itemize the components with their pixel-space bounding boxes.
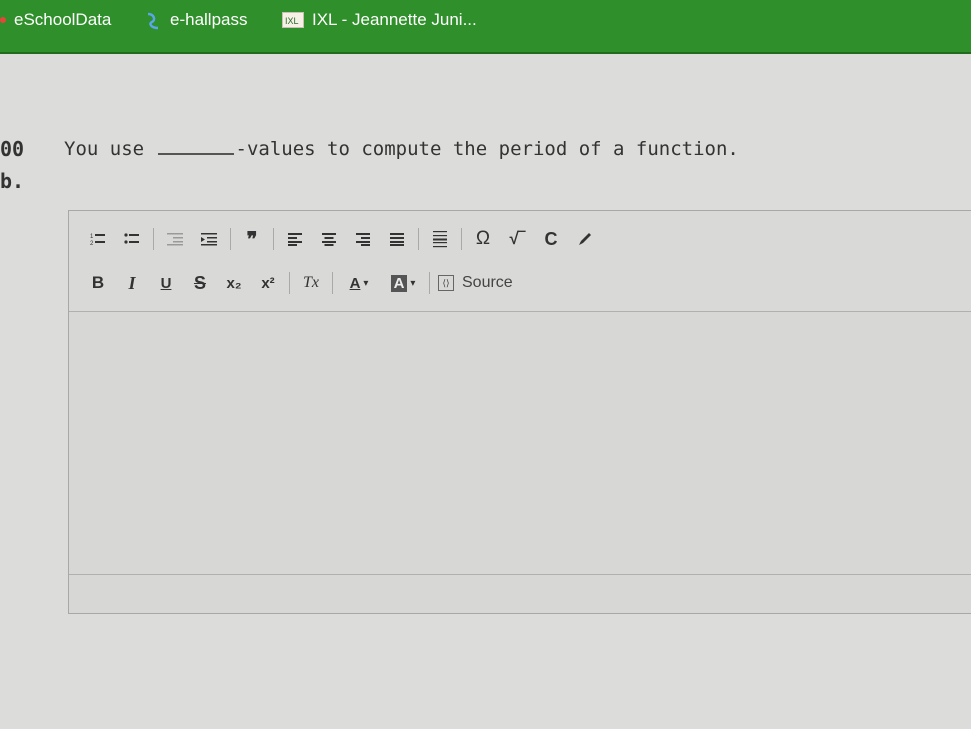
numbered-list-icon[interactable]: 12 bbox=[85, 227, 111, 251]
svg-text:2: 2 bbox=[90, 241, 94, 246]
justify-icon[interactable] bbox=[384, 227, 410, 251]
blockquote-icon[interactable]: ❞ bbox=[239, 227, 265, 251]
bulleted-list-icon[interactable] bbox=[119, 227, 145, 251]
bookmark-label: IXL - Jeannette Juni... bbox=[312, 10, 477, 29]
bookmark-label: eSchoolData bbox=[14, 10, 112, 29]
svg-text:1: 1 bbox=[90, 234, 94, 240]
superscript-button[interactable]: x² bbox=[255, 271, 281, 295]
question-text-before: You use bbox=[64, 138, 145, 160]
answer-blank bbox=[157, 137, 234, 155]
chevron-down-icon: ▾ bbox=[363, 277, 369, 289]
bookmark-ixl[interactable]: IXL IXL - Jeannette Juni... bbox=[282, 9, 477, 31]
bg-color-label: A bbox=[390, 274, 408, 292]
bookmark-ehallpass[interactable]: e-hallpass bbox=[144, 9, 248, 31]
align-left-icon[interactable] bbox=[282, 227, 308, 251]
horizontal-line-icon[interactable] bbox=[427, 227, 453, 251]
toolbar-row-2: B I U S x₂ x² Tx A ▾ A ▾ ⟨⟩ Source bbox=[85, 269, 513, 297]
toolbar-separator bbox=[289, 272, 290, 294]
source-button[interactable]: ⟨⟩ Source bbox=[438, 274, 513, 292]
editor-toolbar: 12 ❞ Ω √‾ C B I U S x₂ x² Tx A ▾ A ▾ ⟨⟩ … bbox=[69, 211, 971, 312]
ixl-icon: IXL bbox=[282, 12, 304, 28]
subscript-button[interactable]: x₂ bbox=[221, 271, 247, 295]
source-label: Source bbox=[462, 274, 513, 291]
toolbar-separator bbox=[332, 272, 333, 294]
toolbar-row-1: 12 ❞ Ω √‾ C bbox=[85, 225, 606, 253]
decrease-indent-icon[interactable] bbox=[162, 227, 188, 251]
italic-button[interactable]: I bbox=[119, 271, 145, 295]
text-color-label: A bbox=[349, 274, 361, 292]
question-part: b. bbox=[0, 169, 25, 193]
math-icon[interactable]: √‾ bbox=[504, 227, 530, 251]
bold-button[interactable]: B bbox=[85, 271, 111, 295]
special-character-icon[interactable]: Ω bbox=[470, 227, 496, 251]
toolbar-separator bbox=[273, 228, 274, 250]
toolbar-separator bbox=[418, 228, 419, 250]
strikethrough-button[interactable]: S bbox=[187, 271, 213, 295]
svg-text:IXL: IXL bbox=[285, 16, 299, 26]
question-text-after: -values to compute the period of a funct… bbox=[235, 138, 739, 160]
rich-text-editor: 12 ❞ Ω √‾ C B I U S x₂ x² Tx A ▾ A ▾ ⟨⟩ … bbox=[68, 210, 971, 614]
source-icon: ⟨⟩ bbox=[438, 275, 454, 291]
bookmark-eschooldata[interactable]: eSchoolData bbox=[14, 9, 111, 31]
toolbar-separator bbox=[429, 272, 430, 294]
editor-status-bar bbox=[69, 574, 971, 613]
chevron-down-icon: ▾ bbox=[410, 277, 416, 289]
toolbar-separator bbox=[153, 228, 154, 250]
underline-button[interactable]: U bbox=[153, 271, 179, 295]
align-center-icon[interactable] bbox=[316, 227, 342, 251]
increase-indent-icon[interactable] bbox=[196, 227, 222, 251]
background-color-button[interactable]: A ▾ bbox=[385, 271, 421, 295]
bookmark-label: e-hallpass bbox=[170, 10, 248, 29]
toolbar-separator bbox=[230, 228, 231, 250]
text-color-button[interactable]: A ▾ bbox=[341, 271, 377, 295]
chemistry-icon[interactable]: C bbox=[538, 227, 564, 251]
dot-icon bbox=[0, 17, 6, 23]
editor-content-area[interactable] bbox=[69, 312, 971, 574]
hallpass-icon bbox=[144, 12, 162, 30]
toolbar-separator bbox=[461, 228, 462, 250]
clear-format-button[interactable]: Tx bbox=[298, 271, 324, 295]
bookmarks-bar: eSchoolData e-hallpass IXL IXL - Jeannet… bbox=[0, 0, 971, 54]
question-text: You use -values to compute the period of… bbox=[64, 137, 739, 160]
align-right-icon[interactable] bbox=[350, 227, 376, 251]
question-number: 00 bbox=[0, 137, 25, 161]
draw-icon[interactable] bbox=[572, 227, 598, 251]
